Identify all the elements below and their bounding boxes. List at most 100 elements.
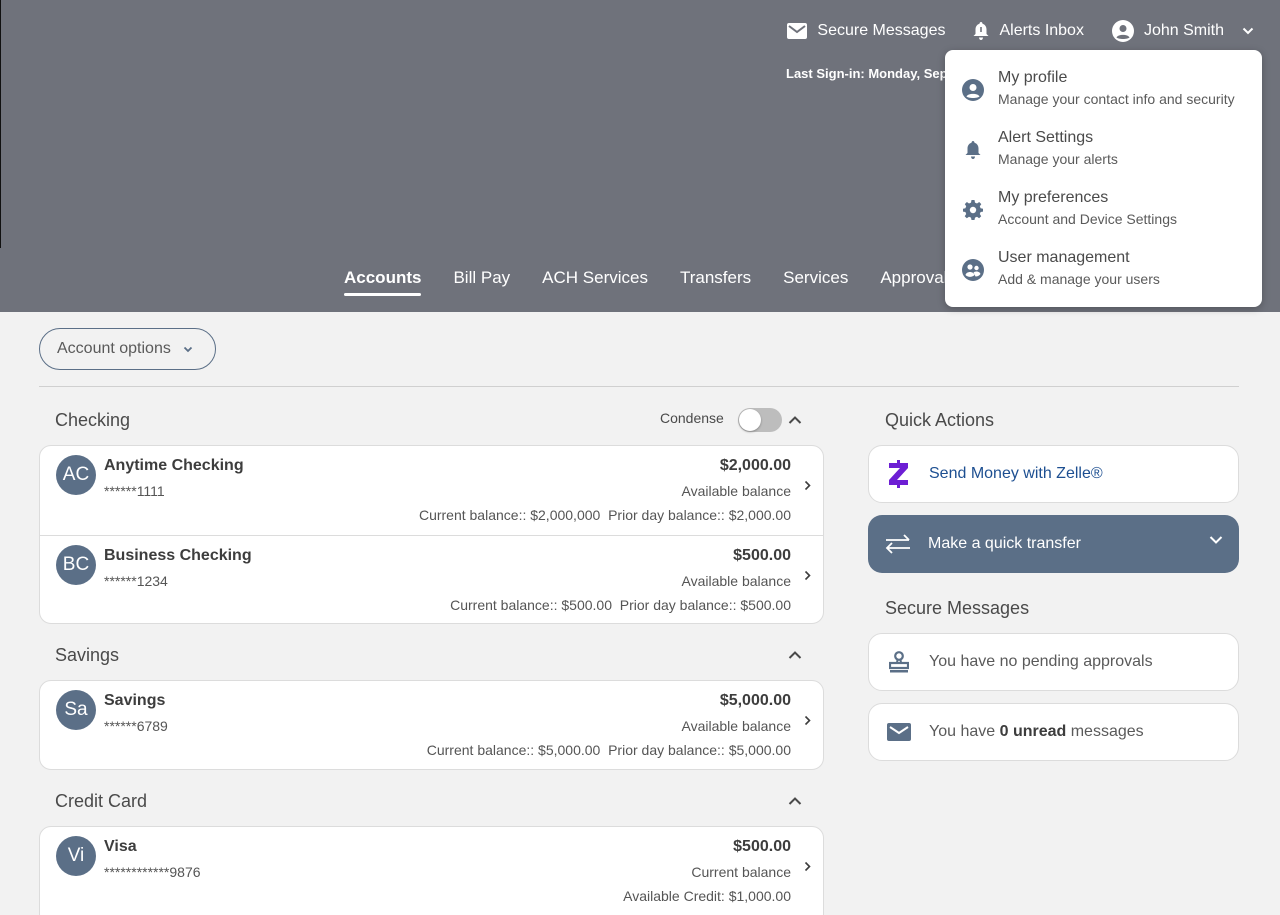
stamp-icon [889,651,909,673]
account-amount-label: Available balance [681,483,792,499]
account-row[interactable]: Sa Savings ******6789 $5,000.00 Availabl… [40,681,823,769]
account-amount-label: Available balance [681,718,792,734]
savings-accounts-card: Sa Savings ******6789 $5,000.00 Availabl… [39,680,824,770]
alerts-inbox-label: Alerts Inbox [999,22,1084,39]
condense-toggle[interactable] [738,408,782,432]
tab-ach-services[interactable]: ACH Services [542,268,648,296]
chevron-up-icon[interactable] [788,650,802,660]
user-name: John Smith [1143,22,1224,39]
secure-messages-link[interactable]: Secure Messages [787,22,945,40]
account-number: ******1111 [104,483,165,499]
top-bar: Secure Messages Alerts Inbox John Smith [759,20,1254,42]
account-balance-details: Current balance:: $2,000,000 Prior day b… [418,507,791,523]
unread-messages-card[interactable]: You have 0 unread messages [868,703,1239,761]
zelle-button[interactable]: Send Money with Zelle® [868,445,1239,503]
account-row[interactable]: AC Anytime Checking ******1111 $2,000.00… [40,446,823,535]
account-row[interactable]: Vi Visa ************9876 $500.00 Current… [40,827,823,915]
tab-accounts[interactable]: Accounts [344,268,422,296]
unread-count: 0 unread [999,723,1067,740]
chevron-up-icon[interactable] [788,796,802,806]
account-avatar: Vi [56,836,96,876]
user-circle-icon [1111,20,1134,42]
section-title-credit-card: Credit Card [55,791,148,811]
account-avatar: Sa [56,690,96,730]
unread-prefix: You have [929,723,1000,740]
window-edge [0,0,1,248]
menu-item-subtitle: Manage your contact info and security [998,91,1235,107]
account-avatar: AC [56,455,96,495]
menu-item-subtitle: Manage your alerts [998,151,1118,167]
users-icon [962,259,984,281]
transfer-arrows-icon [885,534,910,554]
account-options-label: Account options [57,340,171,357]
account-amount: $500.00 [733,838,791,855]
menu-item-my-preferences[interactable]: My preferences Account and Device Setting… [945,188,1262,248]
account-amount-label: Current balance [691,864,791,880]
account-balance-details: Available Credit: $1,000.00 [623,888,791,904]
section-title-checking: Checking [55,410,131,430]
zelle-icon [889,460,908,488]
bell-icon [973,22,989,40]
envelope-icon [887,723,911,741]
condense-label: Condense [660,410,724,426]
pending-approvals-text: You have no pending approvals [929,653,1153,670]
pending-approvals-card[interactable]: You have no pending approvals [868,633,1239,691]
chevron-down-icon [1209,536,1223,544]
envelope-icon [787,23,808,39]
menu-item-alert-settings[interactable]: Alert Settings Manage your alerts [945,128,1262,188]
menu-item-title: My profile [998,69,1068,86]
checking-accounts-card: AC Anytime Checking ******1111 $2,000.00… [39,445,824,624]
account-name: Visa [104,838,137,855]
divider [39,386,1239,387]
gear-icon [963,200,983,220]
menu-item-title: My preferences [998,189,1109,206]
chevron-up-icon[interactable] [788,415,802,425]
account-name: Anytime Checking [104,457,244,474]
secure-messages-label: Secure Messages [817,22,946,39]
quick-transfer-button[interactable]: Make a quick transfer [868,515,1239,573]
chevron-right-icon [804,570,811,581]
chevron-down-icon [1242,27,1254,35]
chevron-right-icon [804,480,811,491]
account-options-button[interactable]: Account options [39,328,216,370]
menu-item-my-profile[interactable]: My profile Manage your contact info and s… [945,68,1262,128]
zelle-label: Send Money with Zelle® [929,465,1103,482]
credit-card-accounts-card: Vi Visa ************9876 $500.00 Current… [39,826,824,915]
menu-item-user-management[interactable]: User management Add & manage your users [945,248,1262,308]
quick-transfer-label: Make a quick transfer [928,535,1081,552]
user-menu-toggle[interactable]: John Smith [1111,20,1254,42]
chevron-down-icon [183,346,192,352]
account-number: ******1234 [104,573,168,589]
menu-item-title: User management [998,249,1130,266]
unread-messages-text: You have 0 unread messages [929,723,1144,741]
tab-bill-pay[interactable]: Bill Pay [453,268,510,296]
chevron-right-icon [804,715,811,726]
section-title-savings: Savings [55,645,120,665]
menu-item-subtitle: Account and Device Settings [998,211,1177,227]
account-avatar: BC [56,545,96,585]
quick-actions-title: Quick Actions [885,410,995,430]
alerts-inbox-link[interactable]: Alerts Inbox [973,22,1084,40]
menu-item-subtitle: Add & manage your users [998,271,1160,287]
last-signin: Last Sign-in: Monday, Sept [786,66,946,81]
chevron-right-icon [804,861,811,872]
user-circle-icon [962,79,984,101]
account-balance-details: Current balance:: $500.00 Prior day bala… [450,597,791,613]
unread-suffix: messages [1066,723,1144,740]
toggle-knob [739,409,761,431]
secure-messages-title: Secure Messages [885,598,1030,618]
account-name: Savings [104,692,166,709]
account-row[interactable]: BC Business Checking ******1234 $500.00 … [40,535,823,623]
account-amount: $500.00 [733,547,791,564]
account-number: ******6789 [104,718,168,734]
account-name: Business Checking [104,547,252,564]
user-dropdown-menu: My profile Manage your contact info and s… [945,50,1262,307]
tab-transfers[interactable]: Transfers [680,268,751,296]
main-nav: Accounts Bill Pay ACH Services Transfers… [344,268,956,296]
account-number: ************9876 [104,864,201,880]
tab-services[interactable]: Services [783,268,848,296]
account-balance-details: Current balance:: $5,000.00 Prior day ba… [426,742,791,758]
account-amount-label: Available balance [681,573,792,589]
account-amount: $5,000.00 [719,692,791,709]
menu-item-title: Alert Settings [998,129,1094,146]
